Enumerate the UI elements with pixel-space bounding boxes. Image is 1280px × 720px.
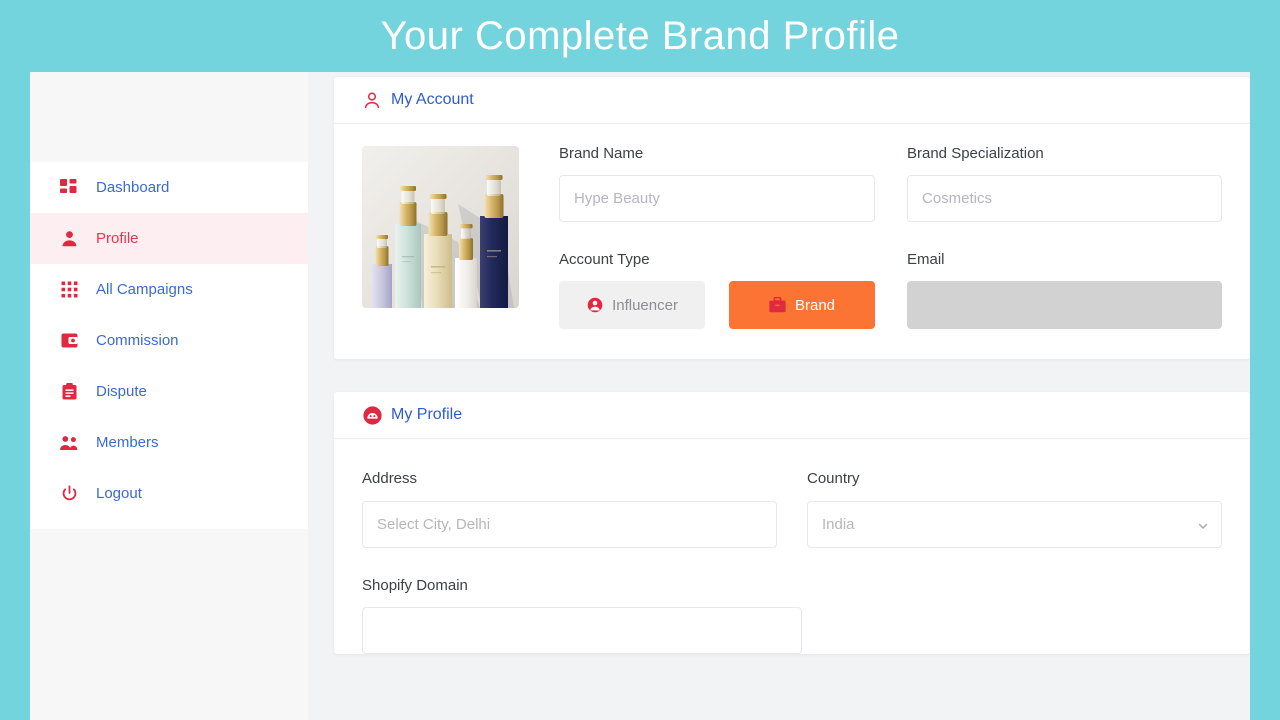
sidebar-item-dashboard[interactable]: Dashboard bbox=[30, 162, 308, 213]
address-input[interactable] bbox=[362, 501, 777, 548]
address-label: Address bbox=[362, 470, 418, 487]
account-type-group: Influencer Brand bbox=[559, 281, 875, 329]
email-field: Email bbox=[907, 252, 1222, 329]
sidebar-item-label: Logout bbox=[96, 485, 142, 502]
main-content: My Account Brand Name Hype Beauty Brand … bbox=[308, 72, 1250, 720]
email-label: Email bbox=[907, 251, 945, 268]
user-circle-icon bbox=[586, 296, 604, 314]
account-type-field: Account Type Influencer Brand bbox=[559, 252, 875, 329]
my-profile-card-body: Address Country bbox=[334, 439, 1250, 654]
app-window: Dashboard Profile All Campaigns Commissi… bbox=[30, 72, 1250, 720]
account-type-brand-label: Brand bbox=[794, 296, 836, 314]
account-type-label: Account Type bbox=[559, 251, 650, 268]
clipboard-icon bbox=[58, 381, 80, 403]
sidebar-header bbox=[30, 72, 308, 162]
sidebar-item-commission[interactable]: Commission bbox=[30, 315, 308, 366]
brand-specialization-field: Brand Specialization bbox=[907, 146, 1222, 222]
face-icon bbox=[362, 405, 382, 425]
sidebar: Dashboard Profile All Campaigns Commissi… bbox=[30, 72, 308, 720]
sidebar-item-label: Dashboard bbox=[96, 179, 170, 196]
account-type-influencer-label: Influencer bbox=[612, 296, 678, 314]
briefcase-icon bbox=[769, 296, 787, 314]
sidebar-item-label: Profile bbox=[96, 230, 139, 247]
account-type-brand-button[interactable]: Brand bbox=[729, 281, 875, 329]
card-title: My Profile bbox=[391, 406, 463, 423]
shopify-domain-field: Shopify Domain bbox=[362, 578, 802, 654]
sidebar-item-label: Dispute bbox=[96, 383, 147, 400]
sidebar-item-label: All Campaigns bbox=[96, 281, 193, 298]
brand-name-input[interactable] bbox=[559, 175, 875, 222]
wallet-icon bbox=[58, 330, 80, 352]
person-icon bbox=[58, 228, 80, 250]
page-banner: Your Complete Brand Profile bbox=[0, 0, 1280, 72]
sidebar-nav: Dashboard Profile All Campaigns Commissi… bbox=[30, 162, 308, 529]
dashboard-icon bbox=[58, 177, 80, 199]
page-title: Your Complete Brand Profile bbox=[380, 14, 900, 58]
account-fields: Brand Name Brand Specialization Account … bbox=[559, 146, 1222, 329]
brand-specialization-input[interactable] bbox=[907, 175, 1222, 222]
brand-name-field: Brand Name bbox=[559, 146, 875, 222]
country-select[interactable] bbox=[807, 501, 1222, 548]
my-account-card-body: Brand Name Brand Specialization Account … bbox=[334, 124, 1250, 359]
sidebar-item-label: Members bbox=[96, 434, 159, 451]
brand-specialization-label: Brand Specialization bbox=[907, 145, 1044, 162]
country-label: Country bbox=[807, 470, 860, 487]
grid-dots-icon bbox=[58, 279, 80, 301]
sidebar-item-profile[interactable]: Profile bbox=[30, 213, 308, 264]
avatar[interactable] bbox=[362, 146, 519, 308]
power-icon bbox=[58, 483, 80, 505]
sidebar-item-logout[interactable]: Logout bbox=[30, 468, 308, 519]
shopify-domain-label: Shopify Domain bbox=[362, 577, 468, 594]
sidebar-item-dispute[interactable]: Dispute bbox=[30, 366, 308, 417]
sidebar-item-all-campaigns[interactable]: All Campaigns bbox=[30, 264, 308, 315]
sidebar-item-members[interactable]: Members bbox=[30, 417, 308, 468]
sidebar-item-label: Commission bbox=[96, 332, 179, 349]
shopify-domain-input[interactable] bbox=[362, 607, 802, 654]
shopify-domain-row: Shopify Domain bbox=[362, 578, 1222, 654]
my-profile-card: My Profile Address Country bbox=[334, 392, 1250, 654]
country-field: Country bbox=[807, 471, 1222, 548]
email-input-disabled bbox=[907, 281, 1222, 329]
brand-name-label: Brand Name bbox=[559, 145, 644, 162]
brand-product-image bbox=[362, 146, 519, 308]
person-outline-icon bbox=[362, 90, 382, 110]
my-profile-card-header: My Profile bbox=[334, 392, 1250, 439]
avatar-column bbox=[362, 146, 519, 329]
card-title: My Account bbox=[391, 91, 474, 108]
people-icon bbox=[58, 432, 80, 454]
account-type-influencer-button[interactable]: Influencer bbox=[559, 281, 705, 329]
my-account-card: My Account Brand Name Hype Beauty Brand … bbox=[334, 77, 1250, 359]
address-field: Address bbox=[362, 471, 777, 548]
my-account-card-header: My Account bbox=[334, 77, 1250, 124]
